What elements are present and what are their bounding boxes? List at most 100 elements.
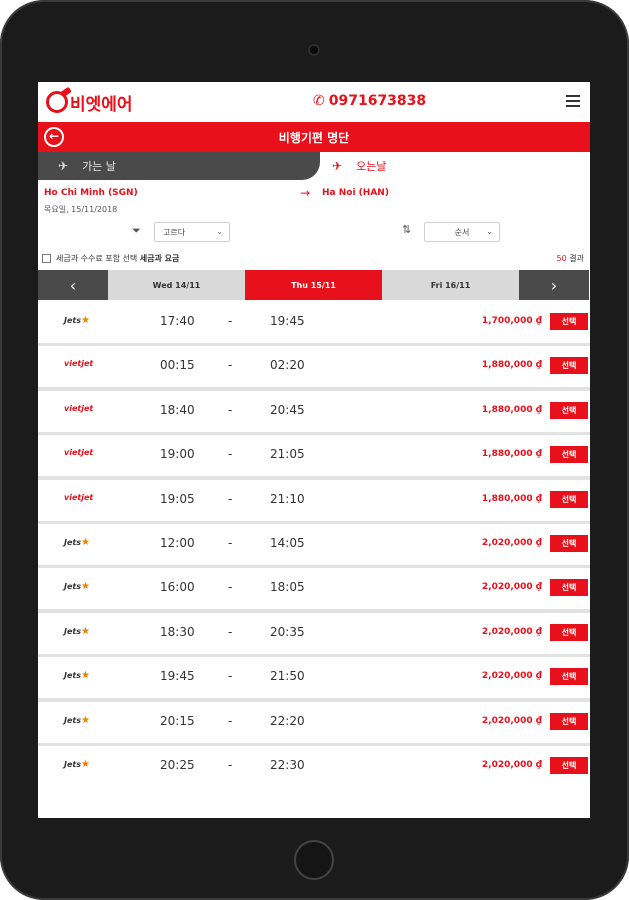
flight-price: 2,020,000 ₫ — [481, 671, 542, 682]
flight-row[interactable]: vietjet 00:15 - 02:20 1,880,000 ₫ 선택 — [38, 346, 590, 388]
date-option-selected[interactable]: Thu 15/11 — [245, 270, 382, 300]
arrival-time: 22:30 — [270, 757, 305, 772]
flight-price: 1,880,000 ₫ — [481, 493, 542, 504]
flight-price: 2,020,000 ₫ — [481, 582, 542, 593]
departure-time: 16:00 — [160, 580, 195, 595]
star-icon: ★ — [81, 625, 90, 637]
departure-time: 20:25 — [160, 757, 195, 772]
star-icon: ★ — [81, 581, 90, 593]
departure-time: 12:00 — [160, 535, 195, 550]
next-date-button[interactable]: › — [519, 270, 589, 300]
include-tax-checkbox[interactable] — [42, 254, 51, 263]
departure-time: 19:45 — [160, 669, 195, 684]
flight-row[interactable]: vietjet 18:40 - 20:45 1,880,000 ₫ 선택 — [38, 390, 590, 432]
sort-select-value: 순서 — [454, 227, 470, 237]
departure-time: 20:15 — [160, 713, 195, 728]
chevron-down-icon: ⌄ — [486, 227, 493, 236]
time-separator: - — [228, 535, 233, 550]
page-title: 비행기편 명단 — [278, 130, 350, 145]
top-bar: 비엣에어 ✆ 0971673838 — [38, 82, 590, 122]
flight-row[interactable]: Jets★ 16:00 - 18:05 2,020,000 ₫ 선택 — [38, 568, 590, 610]
airline-logo: vietjet — [64, 403, 94, 413]
airline-logo: Jets★ — [64, 758, 90, 770]
select-flight-button[interactable]: 선택 — [550, 313, 588, 330]
time-separator: - — [228, 669, 233, 684]
phone-icon: ✆ — [313, 93, 325, 109]
flight-row[interactable]: Jets★ 18:30 - 20:35 2,020,000 ₫ 선택 — [38, 612, 590, 654]
flight-row[interactable]: Jets★ 12:00 - 14:05 2,020,000 ₫ 선택 — [38, 523, 590, 565]
flight-row[interactable]: vietjet 19:05 - 21:10 1,880,000 ₫ 선택 — [38, 479, 590, 521]
airline-logo: vietjet — [64, 448, 94, 458]
flight-row[interactable]: Jets★ 20:15 - 22:20 2,020,000 ₫ 선택 — [38, 701, 590, 743]
time-separator: - — [228, 757, 233, 772]
select-flight-button[interactable]: 선택 — [550, 756, 588, 774]
tablet-frame: 비엣에어 ✆ 0971673838 ← 비행기편 명단 ✈ 가는 날 ✈ 오는날 — [0, 0, 629, 900]
flight-price: 1,880,000 ₫ — [481, 449, 542, 460]
arrival-time: 19:45 — [270, 314, 305, 328]
home-button[interactable] — [294, 840, 334, 880]
brand-name: 비엣에어 — [70, 94, 133, 115]
tab-departure[interactable]: ✈ 가는 날 — [38, 152, 320, 180]
filter-select[interactable]: 고르다 ⌄ — [154, 222, 230, 242]
back-button[interactable]: ← — [44, 127, 64, 147]
origin-city: Ho Chi Minh (SGN) — [44, 188, 138, 198]
select-flight-button[interactable]: 선택 — [550, 712, 588, 730]
title-bar: ← 비행기편 명단 — [38, 122, 590, 152]
tab-departure-label: 가는 날 — [82, 160, 116, 173]
arrival-time: 14:05 — [270, 535, 305, 550]
arrival-time: 02:20 — [270, 358, 305, 373]
prev-date-button[interactable]: ‹ — [38, 270, 108, 300]
tax-option-row: 세금과 수수료 포함 선택 세금과 요금 50 결과 — [38, 248, 590, 270]
flight-price: 1,880,000 ₫ — [481, 404, 542, 415]
hotline[interactable]: ✆ 0971673838 — [313, 93, 426, 109]
camera-icon — [308, 44, 320, 56]
date-selector: ‹ Wed 14/11 Thu 15/11 Fri 16/11 › — [38, 270, 590, 300]
time-separator: - — [228, 402, 233, 417]
arrival-time: 21:50 — [270, 669, 305, 684]
logo-mark-icon — [46, 91, 68, 113]
star-icon: ★ — [81, 714, 90, 726]
trip-tabs: ✈ 가는 날 ✈ 오는날 — [38, 152, 590, 180]
airline-logo: vietjet — [64, 492, 94, 502]
select-flight-button[interactable]: 선택 — [550, 623, 588, 641]
select-flight-button[interactable]: 선택 — [550, 401, 588, 419]
select-flight-button[interactable]: 선택 — [550, 490, 588, 508]
flight-price: 1,700,000 ₫ — [481, 316, 542, 326]
flight-row[interactable]: Jets★ 17:40 - 19:45 1,700,000 ₫ 선택 — [38, 302, 590, 343]
departure-time: 19:00 — [160, 447, 195, 462]
brand-logo[interactable]: 비엣에어 — [46, 90, 133, 115]
arrival-time: 22:20 — [270, 713, 305, 728]
flight-price: 1,880,000 ₫ — [481, 360, 542, 371]
arrival-time: 20:35 — [270, 624, 305, 639]
select-flight-button[interactable]: 선택 — [550, 668, 588, 686]
app-screen: 비엣에어 ✆ 0971673838 ← 비행기편 명단 ✈ 가는 날 ✈ 오는날 — [38, 82, 590, 818]
date-option-prev[interactable]: Wed 14/11 — [108, 270, 245, 300]
flight-list: Jets★ 17:40 - 19:45 1,700,000 ₫ 선택 vietjet 00:1… — [38, 302, 590, 787]
star-icon: ★ — [81, 758, 90, 770]
time-separator: - — [228, 713, 233, 728]
select-flight-button[interactable]: 선택 — [550, 446, 588, 464]
arrival-time: 18:05 — [270, 580, 305, 595]
star-icon: ★ — [81, 315, 90, 326]
departure-time: 18:40 — [160, 402, 195, 417]
airline-logo: Jets★ — [64, 714, 90, 726]
airplane-arrival-icon: ✈ — [332, 159, 343, 173]
tab-return[interactable]: ✈ 오는날 — [320, 152, 590, 180]
select-flight-button[interactable]: 선택 — [550, 357, 588, 375]
flight-row[interactable]: Jets★ 19:45 - 21:50 2,020,000 ₫ 선택 — [38, 657, 590, 699]
flight-price: 2,020,000 ₫ — [481, 715, 542, 726]
flight-row[interactable]: Jets★ 20:25 - 22:30 2,020,000 ₫ 선택 — [38, 745, 590, 787]
travel-date: 목요일, 15/11/2018 — [44, 205, 118, 214]
star-icon: ★ — [81, 670, 90, 682]
flight-price: 2,020,000 ₫ — [481, 537, 542, 548]
select-flight-button[interactable]: 선택 — [550, 534, 588, 552]
select-flight-button[interactable]: 선택 — [550, 579, 588, 597]
airline-logo: Jets★ — [64, 581, 90, 593]
airline-logo: Jets★ — [64, 625, 90, 637]
sort-select[interactable]: 순서 ⌄ — [424, 222, 500, 242]
flight-row[interactable]: vietjet 19:00 - 21:05 1,880,000 ₫ 선택 — [38, 435, 590, 477]
departure-time: 17:40 — [160, 314, 195, 328]
arrow-right-icon: → — [300, 186, 311, 200]
hamburger-menu-icon[interactable] — [566, 95, 580, 107]
date-option-next[interactable]: Fri 16/11 — [382, 270, 519, 300]
